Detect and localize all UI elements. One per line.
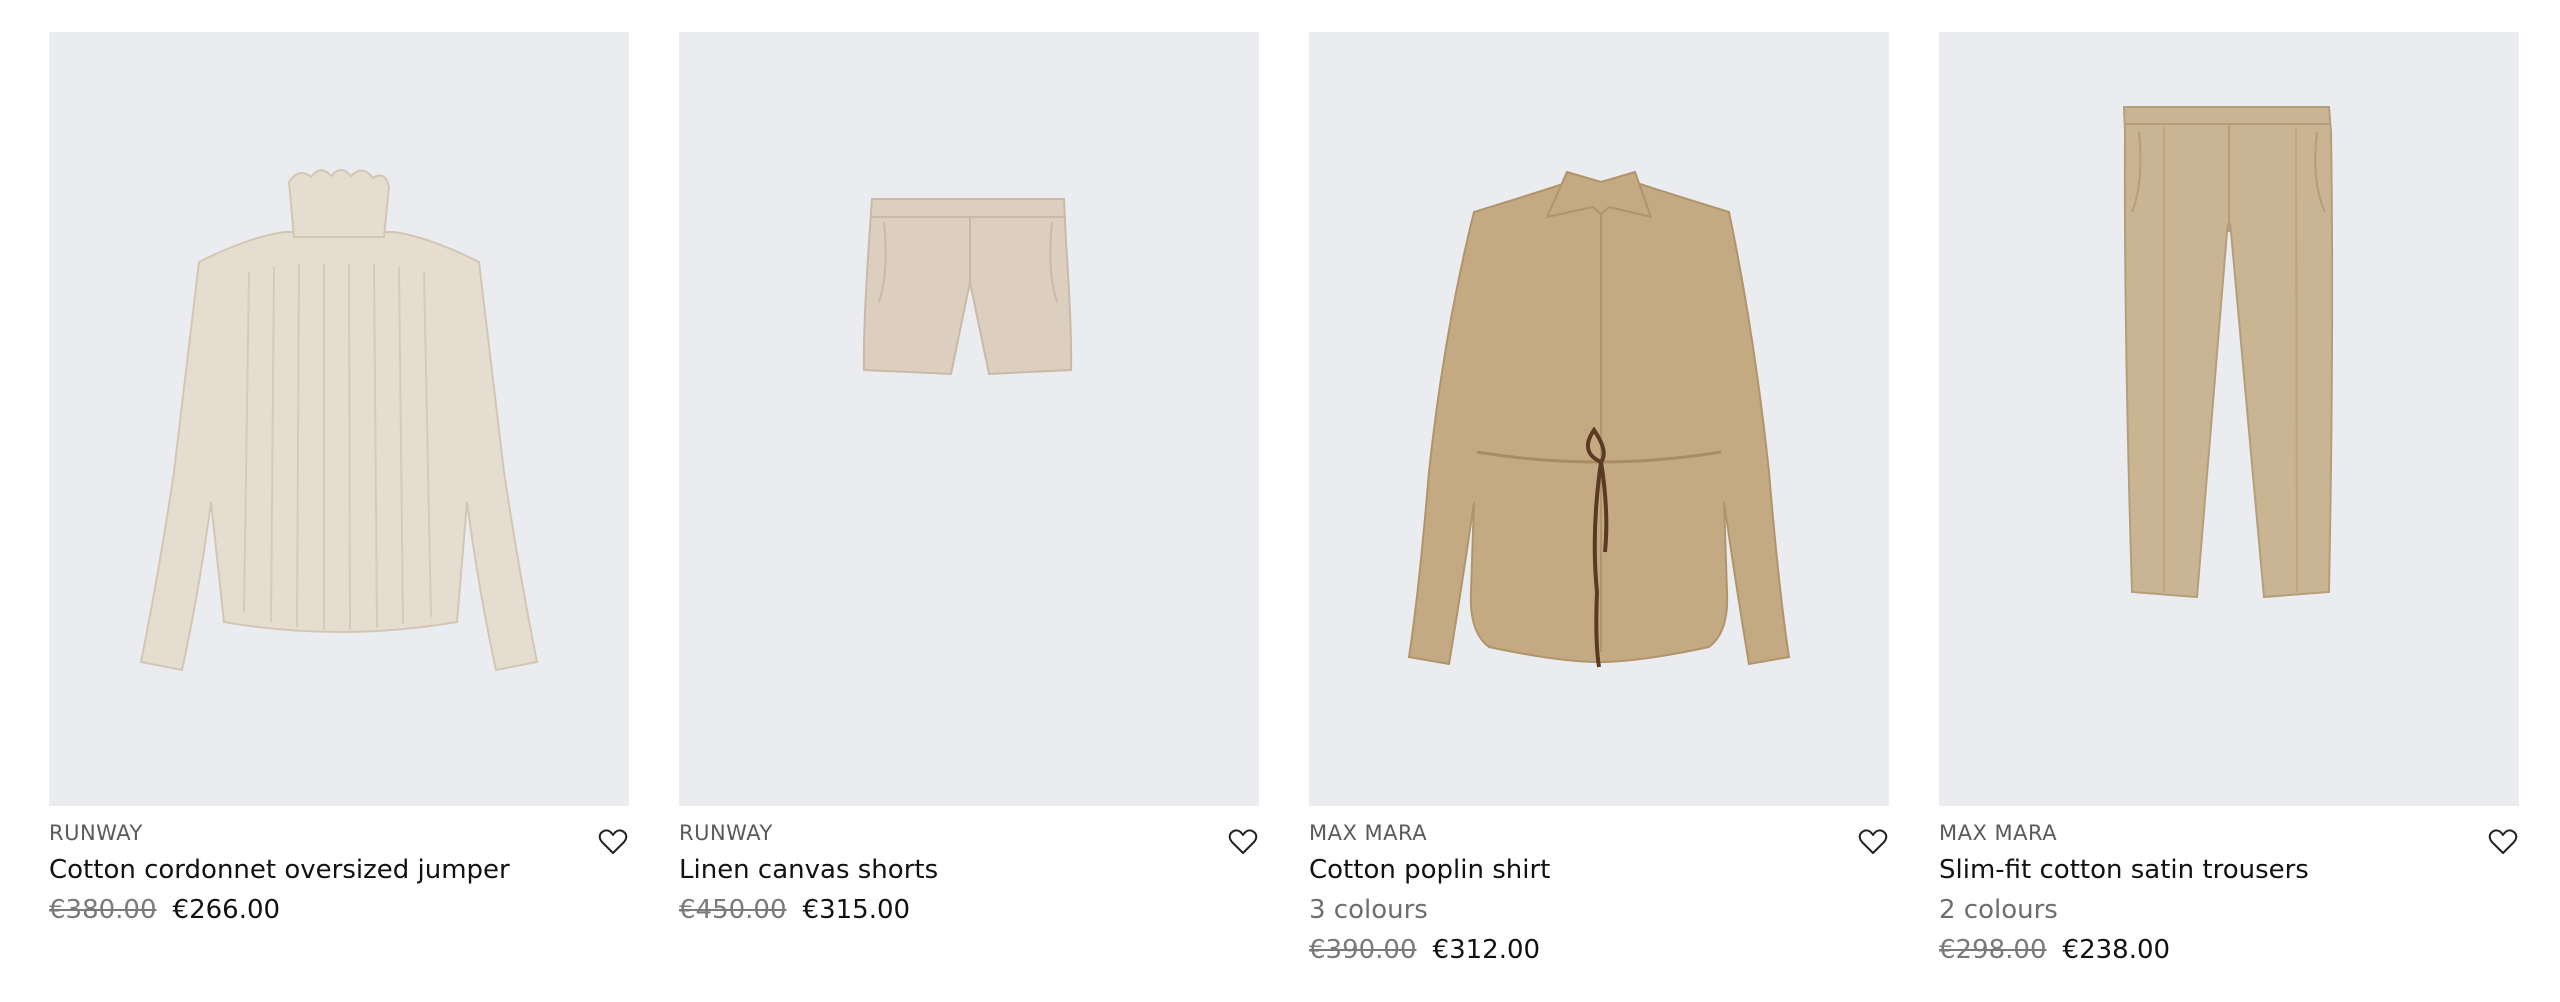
heart-outline-icon[interactable] (1227, 826, 1259, 858)
product-prices: €390.00 €312.00 (1309, 932, 1889, 968)
product-grid: RUNWAY Cotton cordonnet oversized jumper… (49, 32, 2519, 968)
product-info: MAX MARA Cotton poplin shirt 3 colours €… (1309, 806, 1889, 968)
product-prices: €450.00 €315.00 (679, 892, 1259, 928)
colour-count: 2 colours (1939, 895, 2058, 925)
product-brand: RUNWAY (679, 821, 773, 845)
product-card[interactable]: RUNWAY Cotton cordonnet oversized jumper… (49, 32, 629, 968)
product-name[interactable]: Cotton cordonnet oversized jumper (49, 852, 629, 888)
shirt-image (1407, 170, 1791, 668)
product-info: RUNWAY Linen canvas shorts €450.00 €315.0… (679, 806, 1259, 928)
product-brand: RUNWAY (49, 821, 143, 845)
product-brand: MAX MARA (1309, 821, 1428, 845)
product-card[interactable]: MAX MARA Cotton poplin shirt 3 colours €… (1309, 32, 1889, 968)
product-name[interactable]: Linen canvas shorts (679, 852, 1259, 888)
sale-price: €238.00 (2062, 935, 2171, 965)
sale-price: €266.00 (172, 895, 281, 925)
sale-price: €315.00 (802, 895, 911, 925)
product-info: RUNWAY Cotton cordonnet oversized jumper… (49, 806, 629, 928)
product-card[interactable]: MAX MARA Slim-fit cotton satin trousers … (1939, 32, 2519, 968)
original-price: €450.00 (679, 895, 787, 925)
product-prices: €380.00 €266.00 (49, 892, 629, 928)
product-image[interactable] (679, 32, 1259, 806)
product-name[interactable]: Cotton poplin shirt (1309, 852, 1889, 888)
product-image[interactable] (1309, 32, 1889, 806)
heart-outline-icon[interactable] (1857, 826, 1889, 858)
product-name[interactable]: Slim-fit cotton satin trousers (1939, 852, 2519, 888)
product-info: MAX MARA Slim-fit cotton satin trousers … (1939, 806, 2519, 968)
original-price: €380.00 (49, 895, 157, 925)
original-price: €390.00 (1309, 935, 1417, 965)
product-prices: €298.00 €238.00 (1939, 932, 2519, 968)
product-card[interactable]: RUNWAY Linen canvas shorts €450.00 €315.0… (679, 32, 1259, 968)
jumper-image (139, 169, 539, 672)
shorts-image (862, 198, 1073, 376)
product-image[interactable] (1939, 32, 2519, 806)
heart-outline-icon[interactable] (597, 826, 629, 858)
heart-outline-icon[interactable] (2487, 826, 2519, 858)
colour-count: 3 colours (1309, 895, 1428, 925)
product-image[interactable] (49, 32, 629, 806)
original-price: €298.00 (1939, 935, 2047, 965)
sale-price: €312.00 (1432, 935, 1541, 965)
product-brand: MAX MARA (1939, 821, 2058, 845)
trousers-image (2122, 106, 2334, 599)
